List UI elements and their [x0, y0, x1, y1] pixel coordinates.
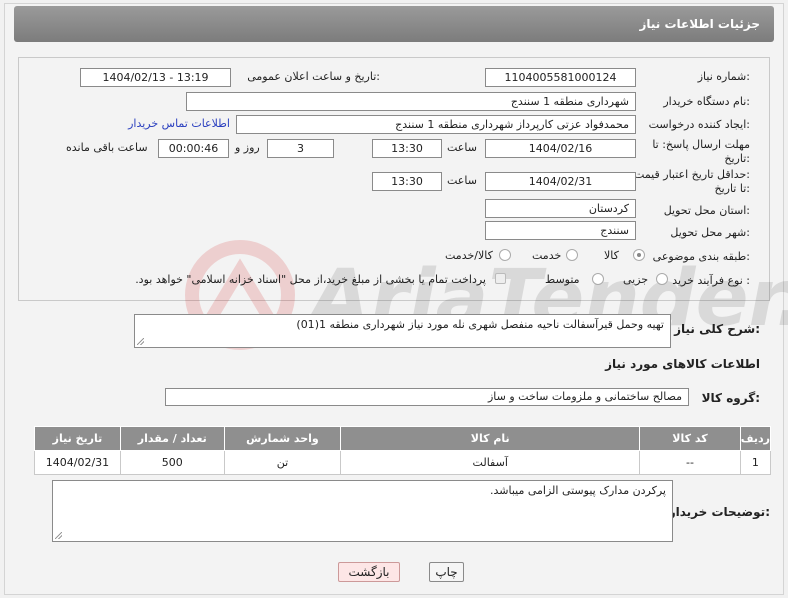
reply-deadline-label-line2: تاریخ: [724, 152, 750, 165]
back-button[interactable]: بازگشت [338, 562, 400, 582]
description-label: شرح کلی نیاز: [674, 322, 760, 336]
category-radio-goods-service[interactable] [499, 249, 511, 261]
price-validity-time: 13:30 [372, 172, 442, 191]
reply-deadline-days-label: روز و [235, 141, 260, 154]
buyer-org-field: شهرداری منطقه 1 سنندج [186, 92, 636, 111]
col-quantity: تعداد / مقدار [119, 426, 225, 451]
remaining-time-label: ساعت باقی مانده [66, 141, 148, 154]
process-radio-minor[interactable] [656, 273, 668, 285]
cell-row: 1 [739, 450, 772, 475]
description-text: تهیه وحمل قیرآسفالت ناحیه منفصل شهری نله… [296, 318, 664, 331]
reply-deadline-days: 3 [267, 139, 334, 158]
goods-group-label: گروه کالا: [701, 391, 760, 405]
col-unit: واحد شمارش [223, 426, 342, 451]
announce-field: 1404/02/13 - 13:19 [80, 68, 231, 87]
col-name: نام کالا [340, 426, 641, 451]
city-field: سنندج [485, 221, 636, 240]
buyer-notes-textarea[interactable]: پرکردن مدارک پیوستی الزامی میباشد. [52, 480, 673, 542]
description-textarea[interactable]: تهیه وحمل قیرآسفالت ناحیه منفصل شهری نله… [134, 314, 671, 348]
cell-name: آسفالت [340, 450, 641, 475]
cell-code: -- [639, 450, 741, 475]
category-option-service: خدمت [532, 249, 562, 262]
price-validity-label-line1: حداقل تاریخ اعتبار قیمت: [634, 168, 750, 181]
province-field: کردستان [485, 199, 636, 218]
reply-deadline-label-line1: مهلت ارسال پاسخ: تا [652, 138, 750, 151]
print-button[interactable]: چاپ [429, 562, 464, 582]
province-label: استان محل تحویل: [663, 204, 750, 217]
resize-grip-icon [137, 338, 144, 345]
city-label: شهر محل تحویل: [670, 226, 750, 239]
goods-group-field: مصالح ساختمانی و ملزومات ساخت و ساز [165, 388, 689, 406]
treasury-payment-note: پرداخت تمام یا بخشی از مبلغ خرید،از محل … [135, 273, 486, 286]
cell-unit: تن [223, 450, 342, 475]
reply-deadline-time: 13:30 [372, 139, 442, 158]
col-row: ردیف [739, 426, 772, 451]
goods-table: ردیف کد کالا نام کالا واحد شمارش تعداد /… [34, 426, 772, 475]
announce-label: تاریخ و ساعت اعلان عمومی: [247, 70, 380, 83]
reply-deadline-date: 1404/02/16 [485, 139, 636, 158]
table-row: 1 -- آسفالت تن 500 1404/02/31 [34, 450, 772, 475]
need-number-label: شماره نیاز: [697, 70, 750, 83]
col-need-date: تاریخ نیاز [34, 426, 121, 451]
treasury-payment-checkbox[interactable] [495, 273, 506, 284]
need-number-field: 1104005581000124 [485, 68, 636, 87]
category-option-goods: کالا [604, 249, 619, 262]
page-title: جزئیات اطلاعات نیاز [14, 6, 774, 42]
process-radio-medium[interactable] [592, 273, 604, 285]
category-label: طبقه بندی موضوعی: [652, 250, 750, 263]
requester-label: ایجاد کننده درخواست: [648, 118, 750, 131]
resize-grip-icon [55, 532, 62, 539]
price-validity-date: 1404/02/31 [485, 172, 636, 191]
cell-need-date: 1404/02/31 [34, 450, 121, 475]
buyer-org-label: نام دستگاه خریدار: [663, 95, 750, 108]
buyer-notes-text: پرکردن مدارک پیوستی الزامی میباشد. [489, 484, 666, 497]
goods-table-header: ردیف کد کالا نام کالا واحد شمارش تعداد /… [34, 426, 772, 451]
category-radio-service[interactable] [566, 249, 578, 261]
reply-deadline-time-label: ساعت [447, 141, 477, 154]
price-validity-time-label: ساعت [447, 174, 477, 187]
price-validity-label-line2: تا تاریخ: [714, 182, 750, 195]
requester-field: محمدفواد عزتی کارپرداز شهرداری منطقه 1 س… [236, 115, 636, 134]
buyer-notes-label: توضیحات خریدار: [668, 505, 770, 519]
buyer-contact-link[interactable]: اطلاعات تماس خریدار [128, 117, 230, 130]
process-option-medium: متوسط [545, 273, 580, 286]
cell-quantity: 500 [119, 450, 225, 475]
remaining-time-field: 00:00:46 [158, 139, 229, 158]
category-radio-goods[interactable] [633, 249, 645, 261]
process-label: نوع فرآیند خرید : [672, 274, 750, 287]
category-option-goods-service: کالا/خدمت [445, 249, 493, 262]
goods-section-title: اطلاعات کالاهای مورد نیاز [605, 357, 760, 371]
col-code: کد کالا [639, 426, 741, 451]
process-option-minor: جزیی [623, 273, 649, 286]
